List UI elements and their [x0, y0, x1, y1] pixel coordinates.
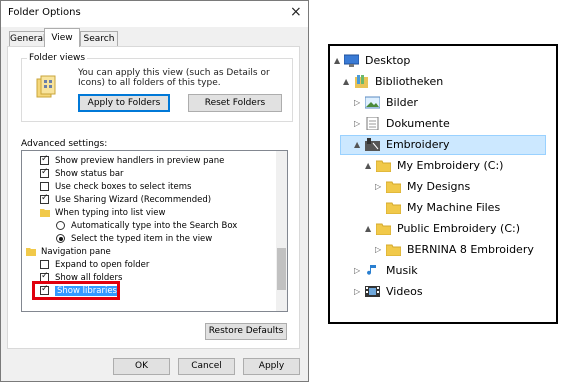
nav-item-bilder[interactable]: ▷ Bilder: [330, 93, 556, 113]
folder-views-label: Folder views: [27, 53, 88, 63]
nav-label: Embroidery: [386, 138, 450, 151]
folder-icon: [386, 244, 401, 256]
music-icon: [367, 265, 376, 275]
nav-item-desktop[interactable]: ▲ Desktop: [330, 51, 556, 71]
nav-item-my-designs[interactable]: ▷ My Designs: [330, 177, 556, 197]
restore-defaults-button[interactable]: Restore Defaults: [205, 323, 287, 340]
folder-icon: [376, 223, 391, 235]
scrollbar-thumb[interactable]: [277, 248, 286, 290]
nav-label: Dokumente: [386, 117, 450, 130]
setting-label: Use Sharing Wizard (Recommended): [55, 195, 212, 205]
nav-item-my-machine-files[interactable]: My Machine Files: [330, 198, 556, 218]
cancel-button[interactable]: Cancel: [178, 358, 235, 375]
embroidery-library-icon: [365, 138, 380, 151]
setting-label: Show status bar: [55, 169, 124, 179]
collapse-arrow-icon[interactable]: ▲: [365, 219, 371, 239]
pictures-icon: [365, 96, 380, 109]
ok-button[interactable]: OK: [113, 358, 170, 375]
expand-arrow-icon[interactable]: ▷: [375, 177, 381, 197]
checkbox[interactable]: ✓: [40, 154, 49, 165]
nav-item-my-embroidery[interactable]: ▲ My Embroidery (C:): [330, 156, 556, 176]
collapse-arrow-icon[interactable]: ▲: [354, 135, 360, 155]
setting-label: Navigation pane: [41, 247, 111, 257]
setting-group-navigation-pane: Navigation pane: [26, 246, 111, 258]
reset-folders-button[interactable]: Reset Folders: [188, 94, 282, 112]
radio-button[interactable]: [56, 221, 65, 230]
checkbox[interactable]: [40, 182, 49, 191]
nav-item-dokumente[interactable]: ▷ Dokumente: [330, 114, 556, 134]
radio-dot-icon: [58, 236, 63, 241]
setting-expand-to-open-folder[interactable]: Expand to open folder: [40, 259, 149, 271]
nav-item-musik[interactable]: ▷ Musik: [330, 261, 556, 281]
expand-arrow-icon[interactable]: ▷: [354, 114, 360, 134]
check-icon: ✓: [41, 271, 49, 281]
setting-use-check-boxes[interactable]: Use check boxes to select items: [40, 181, 191, 193]
advanced-settings-label: Advanced settings:: [21, 139, 108, 149]
check-icon: ✓: [41, 167, 49, 177]
setting-show-preview-handlers[interactable]: ✓ Show preview handlers in preview pane: [40, 154, 225, 167]
setting-label: Automatically type into the Search Box: [71, 221, 238, 231]
check-icon: ✓: [41, 154, 49, 164]
highlight-box: [32, 281, 120, 300]
nav-label: My Designs: [407, 180, 471, 193]
apply-button[interactable]: Apply: [243, 358, 300, 375]
navigation-pane-icon: [26, 248, 36, 256]
check-icon: ✓: [41, 193, 49, 203]
nav-label: Videos: [386, 285, 423, 298]
collapse-arrow-icon[interactable]: ▲: [334, 51, 340, 71]
setting-label: Show preview handlers in preview pane: [55, 156, 225, 166]
videos-icon: [365, 286, 380, 297]
folder-icon: [386, 181, 401, 193]
setting-label: Use check boxes to select items: [55, 182, 192, 192]
checkbox[interactable]: ✓: [40, 167, 49, 178]
folder-views-description: You can apply this view (such as Details…: [78, 68, 270, 88]
nav-label: Bilder: [386, 96, 418, 109]
setting-label: Select the typed item in the view: [71, 234, 213, 244]
folder-icon: [386, 202, 401, 214]
setting-select-typed-item[interactable]: Select the typed item in the view: [56, 233, 212, 245]
expand-arrow-icon[interactable]: ▷: [354, 93, 360, 113]
folder-icon: [376, 160, 391, 172]
nav-label: BERNINA 8 Embroidery: [407, 243, 534, 256]
folder-views-icon: [36, 75, 56, 98]
expand-arrow-icon[interactable]: ▷: [375, 240, 381, 260]
tab-view[interactable]: View: [44, 28, 80, 47]
expand-arrow-icon[interactable]: ▷: [354, 282, 360, 302]
folder-icon: [40, 209, 50, 217]
setting-label: When typing into list view: [55, 208, 166, 218]
close-icon[interactable]: ×: [290, 4, 302, 20]
dialog-title: Folder Options: [8, 7, 81, 18]
nav-item-embroidery[interactable]: ▲ Embroidery: [330, 135, 556, 155]
library-icon: [355, 75, 368, 88]
checkbox[interactable]: ✓: [40, 193, 49, 204]
desktop-icon: [344, 54, 359, 67]
setting-group-typing: When typing into list view: [40, 207, 165, 219]
nav-item-bernina-8-embroidery[interactable]: ▷ BERNINA 8 Embroidery: [330, 240, 556, 260]
explorer-navigation-pane: ▲ Desktop ▲ Bibliotheken ▷ Bilder ▷ Doku…: [328, 44, 558, 324]
tab-search[interactable]: Search: [80, 31, 118, 46]
collapse-arrow-icon[interactable]: ▲: [365, 156, 371, 176]
nav-label: Desktop: [365, 54, 411, 67]
tab-general[interactable]: General: [9, 31, 45, 46]
collapse-arrow-icon[interactable]: ▲: [343, 72, 349, 92]
nav-label: My Embroidery (C:): [397, 159, 504, 172]
radio-button[interactable]: [56, 234, 65, 243]
nav-label: Musik: [386, 264, 418, 277]
scrollbar[interactable]: [276, 151, 287, 311]
setting-auto-type-search[interactable]: Automatically type into the Search Box: [56, 220, 237, 232]
nav-item-bibliotheken[interactable]: ▲ Bibliotheken: [330, 72, 556, 92]
nav-label: Public Embroidery (C:): [397, 222, 521, 235]
apply-to-folders-button[interactable]: Apply to Folders: [78, 94, 170, 112]
nav-label: Bibliotheken: [375, 75, 444, 88]
documents-icon: [366, 117, 379, 130]
checkbox[interactable]: [40, 260, 49, 269]
setting-show-status-bar[interactable]: ✓ Show status bar: [40, 167, 124, 180]
nav-item-public-embroidery[interactable]: ▲ Public Embroidery (C:): [330, 219, 556, 239]
setting-label: Expand to open folder: [55, 260, 150, 270]
setting-sharing-wizard[interactable]: ✓ Use Sharing Wizard (Recommended): [40, 193, 212, 206]
nav-item-videos[interactable]: ▷ Videos: [330, 282, 556, 302]
nav-label: My Machine Files: [407, 201, 501, 214]
expand-arrow-icon[interactable]: ▷: [354, 261, 360, 281]
